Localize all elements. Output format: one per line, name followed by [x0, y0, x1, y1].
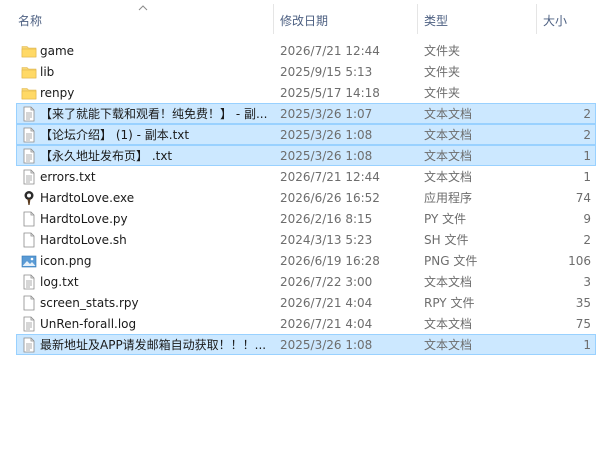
file-name: screen_stats.rpy — [40, 296, 139, 310]
file-date: 2025/3/26 1:08 — [280, 338, 373, 352]
folder-icon — [21, 43, 37, 59]
file-row[interactable]: icon.png 2026/6/19 16:28 PNG 文件 106 — [16, 250, 596, 271]
file-date: 2024/3/13 5:23 — [280, 233, 373, 247]
folder-icon — [21, 85, 37, 101]
column-header-name[interactable]: 名称 — [18, 12, 42, 29]
text-file-icon — [21, 169, 37, 185]
file-date: 2025/3/26 1:08 — [280, 128, 373, 142]
file-size: 75 — [575, 317, 591, 331]
file-row[interactable]: screen_stats.rpy 2026/7/21 4:04 RPY 文件 35 — [16, 292, 596, 313]
file-name: renpy — [40, 86, 75, 100]
file-name: HardtoLove.py — [40, 212, 128, 226]
image-file-icon — [21, 253, 37, 269]
file-size: 1 — [583, 149, 591, 163]
file-name: 最新地址及APP请发邮箱自动获取！！！... — [40, 338, 267, 352]
file-size: 1 — [583, 170, 591, 184]
exe-file-icon — [21, 190, 37, 206]
file-date: 2025/3/26 1:07 — [280, 107, 373, 121]
file-row[interactable]: 【论坛介绍】 (1) - 副本.txt 2025/3/26 1:08 文本文档 2 — [16, 124, 596, 145]
file-row[interactable]: 最新地址及APP请发邮箱自动获取！！！... 2025/3/26 1:08 文本文档… — [16, 334, 596, 355]
file-size: 1 — [583, 338, 591, 352]
text-file-icon — [21, 148, 37, 164]
file-name: game — [40, 44, 75, 58]
text-file-icon — [21, 127, 37, 143]
column-header-date[interactable]: 修改日期 — [280, 12, 328, 29]
text-file-icon — [21, 106, 37, 122]
file-row[interactable]: 【永久地址发布页】 .txt 2025/3/26 1:08 文本文档 1 — [16, 145, 596, 166]
file-date: 2025/3/26 1:08 — [280, 149, 373, 163]
file-date: 2025/9/15 5:13 — [280, 65, 373, 79]
file-row[interactable]: game 2026/7/21 12:44 文件夹 — [16, 40, 596, 61]
column-divider[interactable] — [273, 4, 274, 34]
file-size: 2 — [583, 107, 591, 121]
blank-file-icon — [21, 211, 37, 227]
file-name: UnRen-forall.log — [40, 317, 137, 331]
file-date: 2026/6/26 16:52 — [280, 191, 380, 205]
column-divider[interactable] — [417, 4, 418, 34]
text-file-icon — [21, 274, 37, 290]
file-row[interactable]: lib 2025/9/15 5:13 文件夹 — [16, 61, 596, 82]
file-date: 2026/7/21 4:04 — [280, 296, 373, 310]
blank-file-icon — [21, 295, 37, 311]
file-row[interactable]: renpy 2025/5/17 14:18 文件夹 — [16, 82, 596, 103]
file-row[interactable]: HardtoLove.sh 2024/3/13 5:23 SH 文件 2 — [16, 229, 596, 250]
file-name: HardtoLove.exe — [40, 191, 135, 205]
column-divider[interactable] — [536, 4, 537, 34]
file-row[interactable]: 【来了就能下载和观看！纯免费！】 - 副... 2025/3/26 1:07 文本文… — [16, 103, 596, 124]
file-size: 2 — [583, 233, 591, 247]
file-row[interactable]: UnRen-forall.log 2026/7/21 4:04 文本文档 75 — [16, 313, 596, 334]
file-type: 文件夹 — [424, 86, 461, 100]
file-type: 文件夹 — [424, 44, 461, 58]
file-name: HardtoLove.sh — [40, 233, 127, 247]
file-row[interactable]: HardtoLove.exe 2026/6/26 16:52 应用程序 74 — [16, 187, 596, 208]
file-size: 9 — [583, 212, 591, 226]
file-size: 106 — [568, 254, 591, 268]
file-date: 2026/7/21 12:44 — [280, 44, 380, 58]
file-size: 3 — [583, 275, 591, 289]
file-size: 74 — [575, 191, 591, 205]
file-name: 【论坛介绍】 (1) - 副本.txt — [40, 128, 190, 142]
file-date: 2026/7/22 3:00 — [280, 275, 373, 289]
file-date: 2026/7/21 4:04 — [280, 317, 373, 331]
file-name: lib — [40, 65, 55, 79]
file-name: errors.txt — [40, 170, 96, 184]
column-header-size[interactable]: 大小 — [543, 12, 567, 29]
file-name: 【永久地址发布页】 .txt — [40, 149, 173, 163]
column-header: 名称 修改日期 类型 大小 — [0, 0, 600, 36]
folder-icon — [21, 64, 37, 80]
file-row[interactable]: log.txt 2026/7/22 3:00 文本文档 3 — [16, 271, 596, 292]
file-size: 35 — [575, 296, 591, 310]
file-date: 2026/6/19 16:28 — [280, 254, 380, 268]
file-name: log.txt — [40, 275, 79, 289]
file-type: 文件夹 — [424, 65, 461, 79]
file-name: icon.png — [40, 254, 92, 268]
column-header-type[interactable]: 类型 — [424, 12, 448, 29]
file-date: 2026/2/16 8:15 — [280, 212, 373, 226]
file-name: 【来了就能下载和观看！纯免费！】 - 副... — [40, 107, 268, 121]
file-row[interactable]: errors.txt 2026/7/21 12:44 文本文档 1 — [16, 166, 596, 187]
file-size: 2 — [583, 128, 591, 142]
file-date: 2026/7/21 12:44 — [280, 170, 380, 184]
text-file-icon — [21, 337, 37, 353]
text-file-icon — [21, 316, 37, 332]
blank-file-icon — [21, 232, 37, 248]
file-row[interactable]: HardtoLove.py 2026/2/16 8:15 PY 文件 9 — [16, 208, 596, 229]
file-date: 2025/5/17 14:18 — [280, 86, 380, 100]
sort-ascending-icon — [138, 5, 148, 11]
